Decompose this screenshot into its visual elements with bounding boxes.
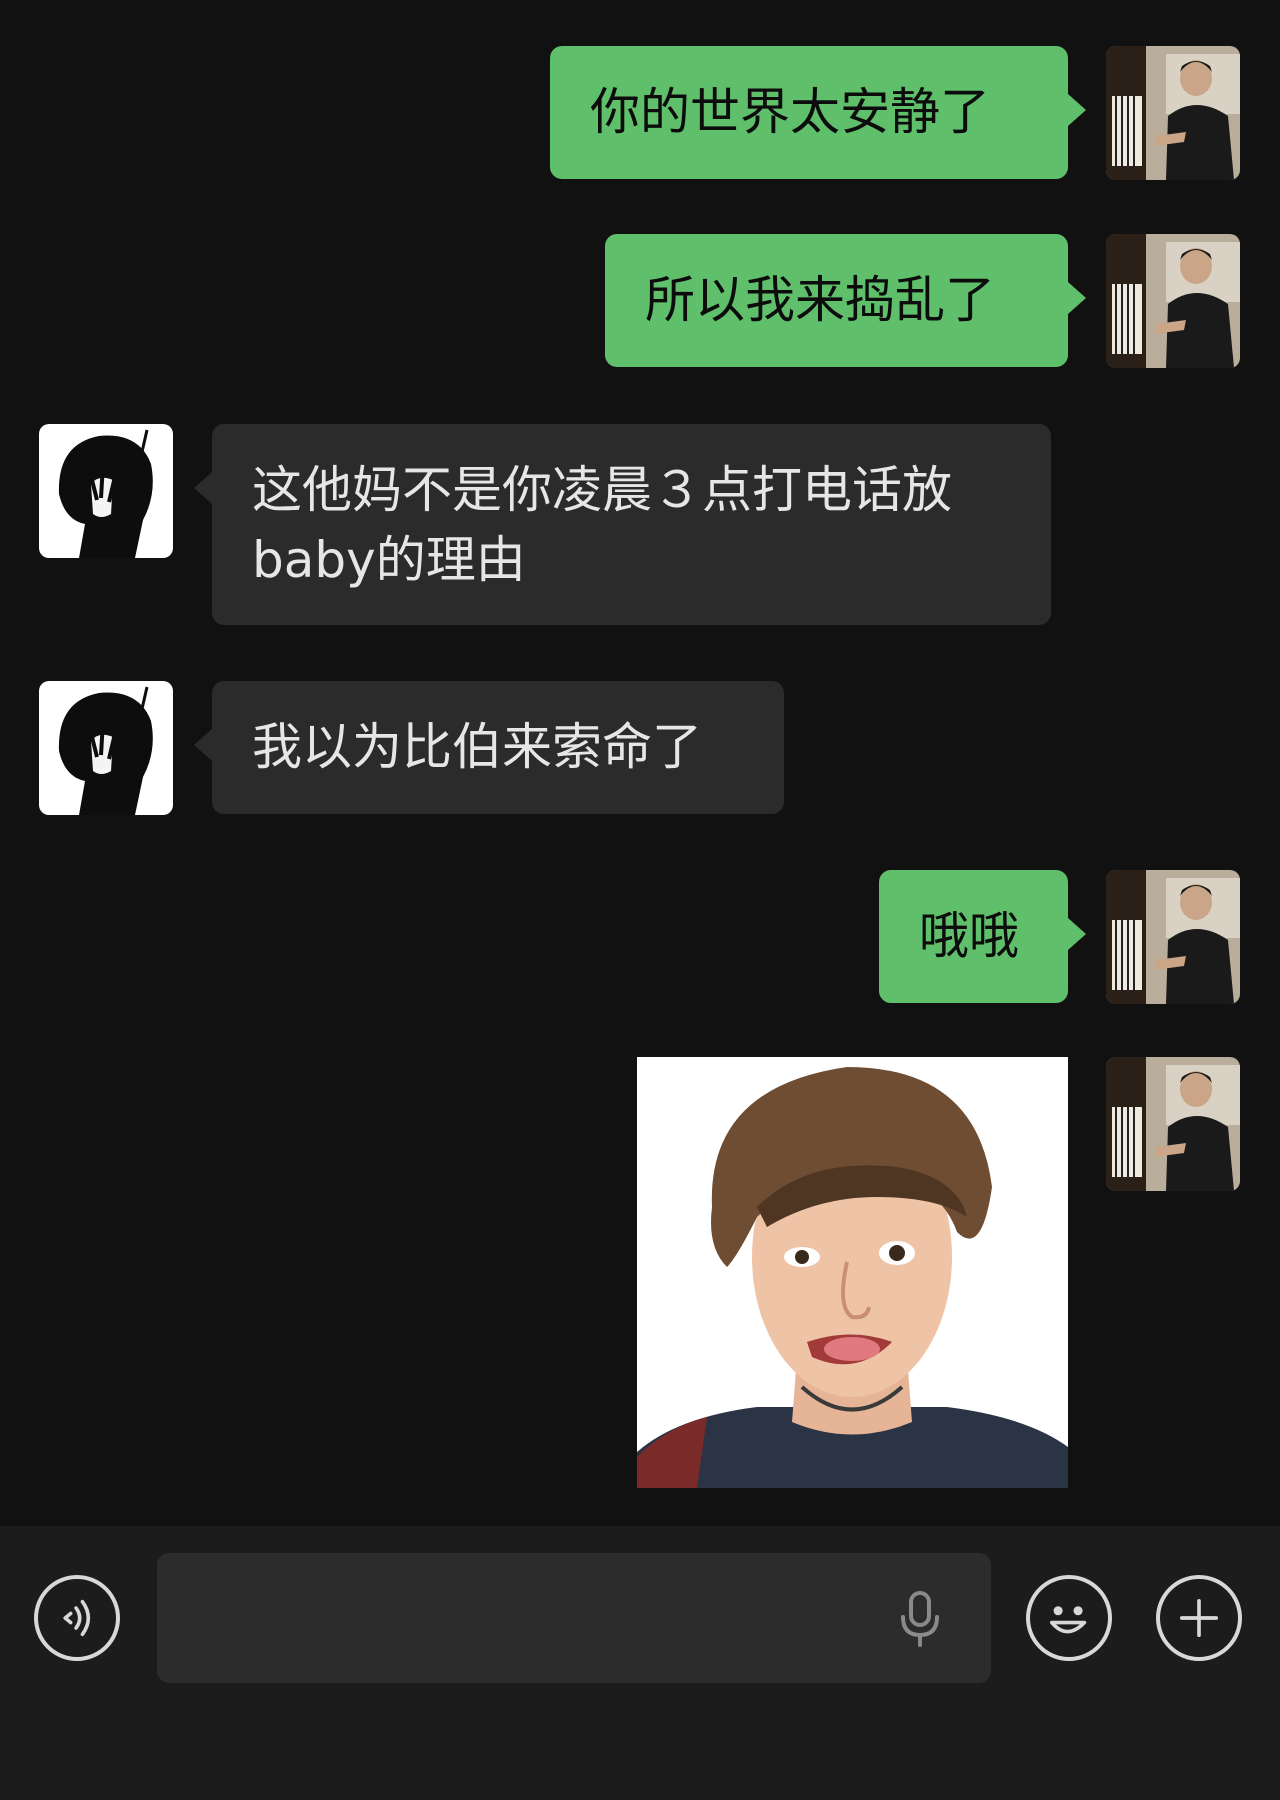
outgoing-message-bubble[interactable]: 所以我来捣乱了 [605,234,1086,367]
piano-player-photo-icon [1106,46,1240,180]
piano-player-photo-icon [1106,234,1240,368]
emoji-button[interactable] [1026,1575,1112,1661]
emoji-smile-icon [1049,1606,1087,1634]
chat-screen: 你的世界太安静了 所以我来捣乱了 这他妈不是你凌晨３点打电话放baby的理由 我… [0,0,1280,1800]
contact-avatar[interactable] [39,681,173,815]
microphone-icon[interactable] [897,1589,943,1649]
incoming-message-bubble[interactable]: 我以为比伯来索命了 [194,681,784,814]
message-input[interactable] [157,1553,991,1683]
more-actions-button[interactable] [1156,1575,1242,1661]
contact-avatar[interactable] [39,424,173,558]
piano-player-photo-icon [1106,1057,1240,1191]
voice-toggle-button[interactable] [34,1575,120,1661]
piano-player-photo-icon [1106,870,1240,1004]
my-avatar[interactable] [1106,1057,1240,1191]
plus-circle-icon [1179,1598,1219,1638]
outgoing-message-bubble[interactable]: 你的世界太安静了 [550,46,1086,179]
chat-input-bar [0,1526,1280,1800]
incoming-message-bubble[interactable]: 这他妈不是你凌晨３点打电话放baby的理由 [194,424,1051,625]
outgoing-message-bubble[interactable]: 哦哦 [879,870,1086,1003]
anime-silhouette-icon [39,681,173,815]
image-message-sticker[interactable] [637,1057,1068,1488]
voice-toggle-icon [63,1599,91,1637]
my-avatar[interactable] [1106,870,1240,1004]
boy-face-sticker-icon [637,1057,1068,1488]
my-avatar[interactable] [1106,46,1240,180]
anime-silhouette-icon [39,424,173,558]
my-avatar[interactable] [1106,234,1240,368]
